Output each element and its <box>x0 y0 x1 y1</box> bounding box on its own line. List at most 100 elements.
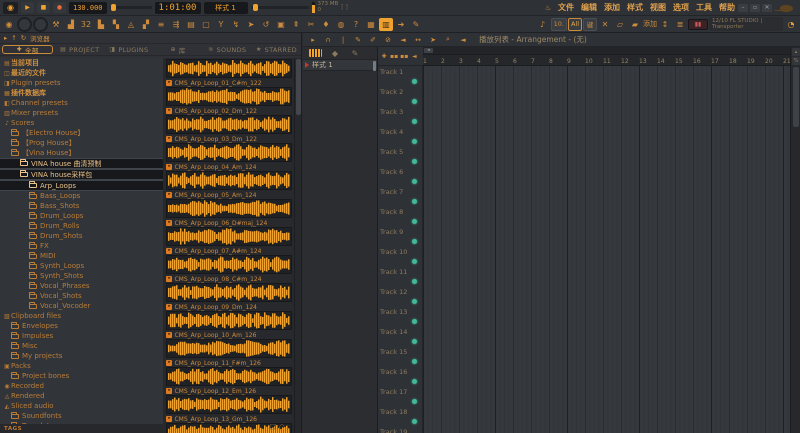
browser-tab[interactable]: ★ STARRED <box>252 44 301 55</box>
track-header[interactable]: Track 3 <box>378 106 423 126</box>
tree-item[interactable]: ▣ Packs <box>0 361 163 371</box>
sample-play-icon[interactable]: ▸ <box>166 108 173 114</box>
tree-item[interactable]: Envelopes <box>0 321 163 331</box>
track-mute-led[interactable] <box>412 339 417 344</box>
track-grid[interactable] <box>423 366 790 386</box>
browser-nav-icon[interactable]: ▸ <box>4 34 7 42</box>
pattern-scrollbar[interactable] <box>373 61 376 71</box>
track-grid[interactable] <box>423 186 790 206</box>
tree-item[interactable]: 【Prog House】 <box>0 138 163 148</box>
toolbar-icon[interactable]: ◬ <box>124 18 138 31</box>
waveform-preview[interactable] <box>166 367 293 386</box>
toolbar-icon[interactable]: ◍ <box>334 18 348 31</box>
sample-item[interactable]: ▸ CMS_Arp_Loop_04_Am_124 <box>164 142 294 171</box>
track-header[interactable]: Track 7 <box>378 186 423 206</box>
track-header[interactable]: Track 15 <box>378 346 423 366</box>
typing-keyboard-icon[interactable]: ▥ <box>379 17 393 31</box>
waveform-preview[interactable] <box>166 171 293 190</box>
vertical-scrollbar[interactable]: ▴% <box>790 47 800 433</box>
toolbar-icon[interactable]: ▙ <box>94 18 108 31</box>
browser-tab[interactable]: ◨ PLUGINS <box>104 44 153 55</box>
playlist-tool-icon[interactable]: ➤ <box>428 34 438 45</box>
track-mute-led[interactable] <box>412 319 417 324</box>
tree-item[interactable]: 【Vina House】 <box>0 148 163 158</box>
playlist-tool-icon[interactable]: ✐ <box>368 34 378 45</box>
browser-tab[interactable]: ⊕ 库 <box>154 44 203 55</box>
play-button[interactable]: ▶ <box>21 2 34 13</box>
toolbar-icon[interactable]: ▣ <box>274 18 288 31</box>
track-grid[interactable] <box>423 346 790 366</box>
tree-item[interactable]: Drum_Rolls <box>0 221 163 231</box>
tree-item[interactable]: ◨ Plugin presets <box>0 78 163 88</box>
toolbar-icon[interactable]: ▢ <box>199 18 213 31</box>
track-header[interactable]: Track 16 <box>378 366 423 386</box>
tree-item[interactable]: Misc <box>0 341 163 351</box>
close-button[interactable]: ✕ <box>762 3 772 12</box>
tree-item[interactable]: Vocal_Shots <box>0 291 163 301</box>
track-mute-led[interactable] <box>412 99 417 104</box>
toolbar-icon[interactable]: ➜ <box>394 18 408 31</box>
tree-item[interactable]: Drum_Loops <box>0 211 163 221</box>
sample-play-icon[interactable]: ▸ <box>166 80 173 86</box>
sample-item[interactable]: ▸ CMS_Arp_Loop_13_Gm_126 <box>164 394 294 423</box>
tree-item[interactable]: VINA house采样包 <box>0 169 164 180</box>
toolbar-icon[interactable]: ↯ <box>229 18 243 31</box>
ten-button[interactable]: 10. <box>550 17 567 31</box>
sample-item[interactable]: ▸ CMS_Arp_Loop_05_Am_124 <box>164 170 294 199</box>
browser-tab[interactable]: ≋ SOUNDS <box>203 44 252 55</box>
timeline-ruler[interactable]: 1 2 3 4 5 6 7 8 9 10 11 12 13 14 15 16 17 18 19 20 21 <box>423 55 790 66</box>
track-grid[interactable] <box>423 206 790 226</box>
patterns-tab-icon[interactable] <box>309 49 322 57</box>
waveform-preview[interactable] <box>166 59 293 78</box>
scrollbar-button[interactable]: % <box>792 57 800 65</box>
track-mute-led[interactable] <box>412 299 417 304</box>
sample-item[interactable]: ▸ CMS_Arp_Loop_08_C#m_124 <box>164 254 294 283</box>
track-mute-led[interactable] <box>412 179 417 184</box>
waveform-preview[interactable] <box>166 339 293 358</box>
track-mute-led[interactable] <box>412 159 417 164</box>
audio-tab-icon[interactable]: ◆ <box>328 47 342 60</box>
sample-item[interactable]: ▸ CMS_Arp_Loop_03_Dm_122 <box>164 114 294 143</box>
toolbar-icon[interactable]: ✂ <box>304 18 318 31</box>
track-grid[interactable] <box>423 386 790 406</box>
toolbar-icon[interactable]: ▚ <box>109 18 123 31</box>
pattern-selector[interactable]: 样式 1 <box>203 1 248 14</box>
playlist-tool-icon[interactable]: ▸ <box>308 34 318 45</box>
track-mute-led[interactable] <box>412 419 417 424</box>
waveform-preview[interactable] <box>166 115 293 134</box>
sample-item[interactable]: ▸ CMS_Arp_Loop_06_D#maj_124 <box>164 198 294 227</box>
track-grid[interactable] <box>423 426 790 433</box>
tree-item[interactable]: Synth_Shots <box>0 271 163 281</box>
track-header[interactable]: Track 11 <box>378 266 423 286</box>
hscroll-thumb[interactable]: ◂ <box>424 48 433 53</box>
tree-item[interactable]: Arp_Loops <box>0 180 164 191</box>
track-tool-icon[interactable]: ▪▪ <box>390 52 398 60</box>
record-button[interactable]: ● <box>53 2 66 13</box>
toolbar-icon[interactable]: ✎ <box>409 18 423 31</box>
tree-item[interactable]: Bass_Shots <box>0 201 163 211</box>
menu-item[interactable]: 视图 <box>650 2 666 13</box>
playlist-tool-icon[interactable]: ⌕ <box>443 34 453 45</box>
playlist-tool-icon[interactable]: ✎ <box>353 34 363 45</box>
sample-item[interactable]: ▸ CMS_Arp_Loop_07_A#m_124 <box>164 226 294 255</box>
paste-icon[interactable]: ▰ <box>628 18 642 31</box>
toolbar-icon[interactable]: ▟ <box>64 18 78 31</box>
track-mute-led[interactable] <box>412 379 417 384</box>
sample-play-icon[interactable]: ▸ <box>166 416 173 422</box>
track-grid[interactable] <box>423 306 790 326</box>
track-header[interactable]: Track 12 <box>378 286 423 306</box>
minimize-button[interactable]: – <box>738 3 748 12</box>
tree-item[interactable]: ▧ Clipboard files <box>0 311 163 321</box>
scrollbar-button[interactable]: ▴ <box>792 48 800 56</box>
tags-bar[interactable]: TAGS <box>0 424 164 433</box>
toolbar-icon[interactable]: ▤ <box>184 18 198 31</box>
sample-play-icon[interactable]: ▸ <box>166 220 173 226</box>
track-mute-led[interactable] <box>412 279 417 284</box>
tree-item[interactable]: ◉ Recorded <box>0 381 163 391</box>
tree-item[interactable]: ◫ 最近的文件 <box>0 68 163 78</box>
add-button[interactable]: 添加 <box>643 18 657 31</box>
sample-item[interactable]: ▸ CMS_Arp_Loop_09_Dm_124 <box>164 282 294 311</box>
menu-item[interactable]: 帮助 <box>719 2 735 13</box>
tree-item[interactable]: ◭ Sliced audio <box>0 401 163 411</box>
track-grid[interactable] <box>423 126 790 146</box>
